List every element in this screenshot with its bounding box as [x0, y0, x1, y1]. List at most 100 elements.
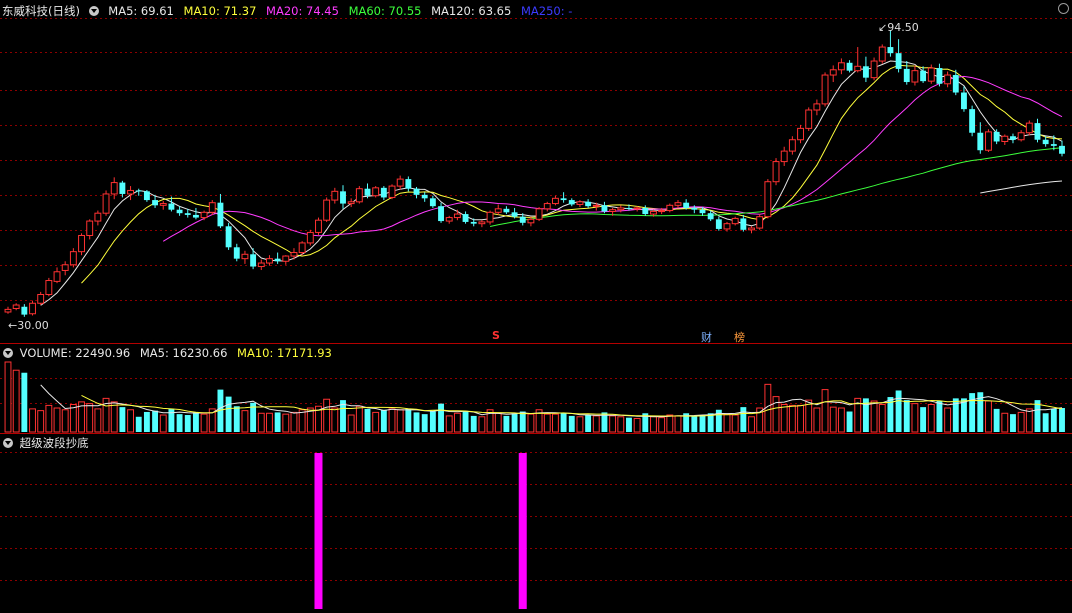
candle-body — [1017, 132, 1025, 141]
volume-bar — [813, 407, 821, 433]
candle-body — [355, 188, 363, 203]
volume-bar — [920, 407, 927, 432]
volume-bar — [895, 390, 902, 432]
volume-ma5-value: MA5: 16230.66 — [139, 346, 228, 360]
candle-body — [699, 209, 706, 214]
volume-bar — [45, 404, 53, 433]
volume-bar — [282, 413, 290, 433]
volume-bar — [780, 404, 788, 433]
volume-bar — [519, 411, 526, 432]
candle-body — [551, 197, 559, 205]
event-cai-marker[interactable]: 财 — [701, 329, 712, 345]
window-corner-icon[interactable] — [1058, 3, 1069, 14]
candle-body — [315, 219, 322, 233]
candle-body — [895, 53, 902, 69]
candle-body — [438, 206, 444, 222]
candle-body — [772, 161, 780, 183]
candle-body — [609, 209, 617, 212]
stock-chart-canvas[interactable] — [0, 0, 1072, 613]
volume-bar — [176, 414, 183, 432]
volume-bar — [903, 400, 910, 432]
volume-bar — [143, 411, 150, 432]
volume-bar — [961, 398, 967, 432]
volume-bar — [846, 411, 853, 432]
candle-body — [764, 181, 772, 218]
ma250-value: MA250: - — [520, 4, 573, 18]
candle-body — [159, 203, 167, 206]
event-s-marker[interactable]: S — [492, 329, 500, 342]
candle-body — [944, 74, 952, 85]
candle-body — [388, 185, 396, 198]
volume-bar — [1050, 408, 1057, 432]
volume-bar — [413, 412, 420, 432]
collapse-icon[interactable] — [3, 348, 13, 358]
candle-body — [200, 211, 208, 219]
candle-body — [494, 208, 502, 213]
candle-body — [626, 207, 632, 209]
candle-body — [813, 103, 821, 111]
candle-body — [306, 231, 314, 244]
candle-body — [780, 150, 788, 163]
candle-body — [642, 207, 649, 215]
candle-body — [4, 308, 12, 313]
candle-body — [445, 217, 453, 222]
candle-body — [862, 66, 869, 78]
candle-body — [887, 47, 894, 54]
volume-bar — [503, 415, 510, 432]
candle-body — [405, 179, 412, 189]
collapse-icon[interactable] — [88, 6, 99, 16]
event-bang-marker[interactable]: 榜 — [734, 329, 745, 345]
volume-bar — [445, 415, 453, 433]
candle-body — [870, 60, 878, 79]
stock-title[interactable]: 东威科技(日线) — [2, 4, 80, 18]
volume-bar — [936, 400, 943, 432]
volume-bar — [674, 415, 682, 433]
candle-body — [61, 264, 69, 271]
candle-body — [985, 131, 992, 151]
ma60-value: MA60: 70.55 — [348, 4, 422, 18]
candle-body — [683, 202, 690, 208]
collapse-icon[interactable] — [3, 438, 13, 448]
volume-bar — [110, 401, 118, 433]
candle-body — [323, 199, 331, 221]
candle-body — [176, 209, 183, 214]
candle-body — [152, 200, 159, 206]
volume-bar — [576, 416, 584, 433]
volume-bar — [772, 396, 780, 433]
candle-body — [837, 62, 845, 71]
candle-body — [37, 294, 45, 304]
indicator-title[interactable]: 超级波段抄底 — [20, 436, 89, 450]
signal-bar — [314, 453, 323, 609]
candle-body — [453, 213, 461, 219]
candle-body — [225, 226, 232, 248]
candle-body — [805, 109, 813, 129]
candle-body — [920, 70, 927, 82]
candle-body — [585, 201, 592, 207]
volume-bar — [200, 413, 208, 433]
candle-body — [756, 216, 764, 229]
volume-bar — [1001, 412, 1009, 433]
volume-bar — [478, 416, 486, 433]
volume-bar — [788, 404, 796, 433]
volume-bar — [699, 415, 706, 432]
volume-bar — [290, 411, 298, 433]
volume-bar — [658, 417, 666, 433]
volume-bar — [470, 415, 477, 432]
candle-body — [45, 280, 53, 296]
candle-body — [290, 252, 298, 257]
main-chart-header: 东威科技(日线) MA5: 69.61 MA10: 71.37 MA20: 74… — [0, 3, 578, 19]
volume-bar — [37, 410, 45, 433]
volume-bar — [152, 410, 159, 432]
volume-bar — [298, 409, 306, 433]
volume-bar — [911, 403, 919, 433]
volume-bar — [568, 415, 575, 432]
volume-bar — [233, 406, 240, 432]
candle-body — [192, 214, 199, 218]
volume-bar — [592, 415, 600, 433]
candle-body — [927, 67, 935, 82]
candle-body — [184, 213, 191, 215]
candle-body — [168, 203, 175, 210]
volume-bar — [274, 412, 281, 432]
volume-bar — [364, 408, 371, 432]
volume-bar — [650, 416, 657, 433]
